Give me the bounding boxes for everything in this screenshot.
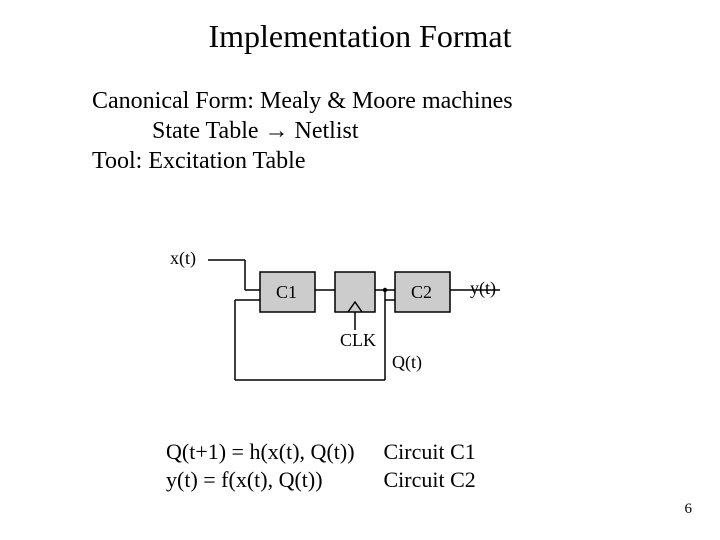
eq1-lhs: Q(t+1) = h(x(t), Q(t)) [166, 438, 378, 466]
slide: Implementation Format Canonical Form: Me… [0, 0, 720, 540]
label-y: y(t) [470, 278, 496, 299]
label-c2: C2 [411, 282, 432, 303]
equations: Q(t+1) = h(x(t), Q(t)) Circuit C1 y(t) =… [166, 438, 476, 493]
diagram-svg [170, 230, 570, 420]
body-line-3: Tool: Excitation Table [92, 146, 513, 176]
body-text: Canonical Form: Mealy & Moore machines S… [92, 86, 513, 176]
equation-row-2: y(t) = f(x(t), Q(t)) Circuit C2 [166, 466, 476, 494]
body-line-2: State Table → Netlist [152, 116, 513, 146]
junction-dot [383, 288, 387, 292]
block-register [335, 272, 375, 330]
label-c1: C1 [276, 282, 297, 303]
label-x: x(t) [170, 248, 196, 269]
block-diagram: x(t) C1 C2 y(t) CLK Q(t) [170, 230, 570, 420]
body-line-1: Canonical Form: Mealy & Moore machines [92, 86, 513, 116]
equation-row-1: Q(t+1) = h(x(t), Q(t)) Circuit C1 [166, 438, 476, 466]
page-title: Implementation Format [0, 18, 720, 55]
eq2-tag: Circuit C2 [384, 466, 476, 494]
label-q: Q(t) [392, 352, 422, 373]
eq1-tag: Circuit C1 [384, 438, 476, 466]
eq2-lhs: y(t) = f(x(t), Q(t)) [166, 466, 378, 494]
label-clk: CLK [340, 330, 376, 351]
page-number: 6 [685, 501, 693, 518]
